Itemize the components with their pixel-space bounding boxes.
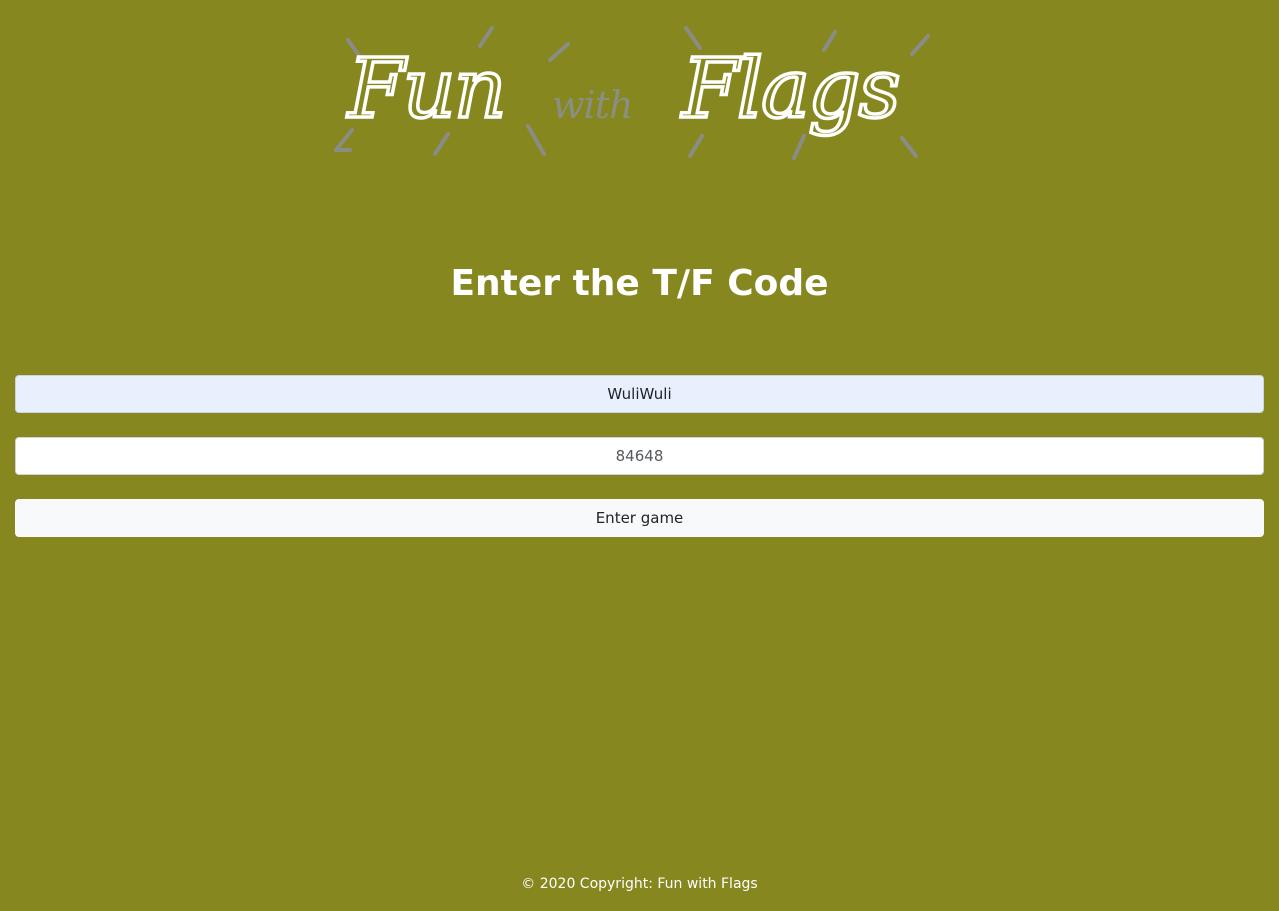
- logo-word-fun: Fun: [346, 42, 505, 137]
- enter-game-button[interactable]: Enter game: [15, 499, 1264, 537]
- logo-word-flags: Flags: [680, 42, 899, 137]
- logo-graphic: Fun with Flags: [334, 26, 930, 160]
- footer-copyright: © 2020 Copyright: Fun with Flags: [521, 876, 758, 892]
- player-name-input[interactable]: [15, 375, 1264, 413]
- logo-ray: [433, 132, 450, 156]
- logo-ray: [548, 42, 570, 62]
- page-title: Enter the T/F Code: [450, 263, 829, 304]
- game-code-input[interactable]: [15, 437, 1264, 475]
- logo-ray: [688, 134, 704, 158]
- logo-ray: [900, 136, 918, 158]
- logo-ray: [792, 134, 806, 160]
- logo-ray: [910, 34, 930, 56]
- logo-word-with: with: [552, 83, 632, 127]
- logo-ray: [526, 124, 546, 156]
- site-logo: Fun with Flags: [330, 22, 940, 167]
